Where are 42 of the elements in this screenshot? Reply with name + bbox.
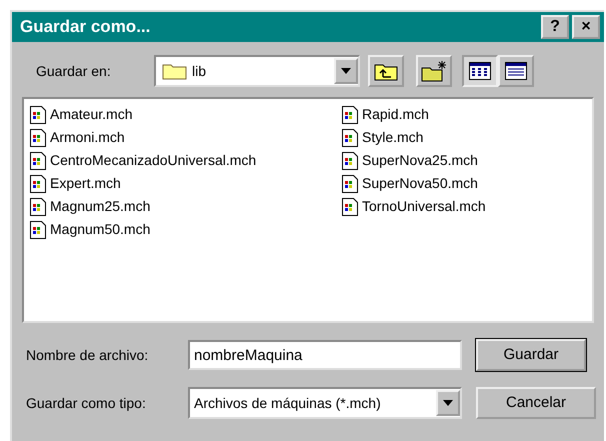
file-icon <box>30 220 46 238</box>
details-view-button[interactable] <box>498 55 534 87</box>
file-icon <box>342 152 358 170</box>
save-button[interactable]: Guardar <box>476 339 586 371</box>
file-icon <box>30 174 46 192</box>
file-icon <box>342 174 358 192</box>
file-type-label: Guardar como tipo: <box>26 394 147 413</box>
file-icon <box>30 152 46 170</box>
window-title: Guardar como... <box>20 16 152 38</box>
file-item[interactable]: CentroMecanizadoUniversal.mch <box>30 149 342 172</box>
file-item[interactable]: Style.mch <box>342 126 582 149</box>
help-button[interactable]: ? <box>541 15 569 39</box>
file-type-value: Archivos de máquinas (*.mch) <box>193 394 382 413</box>
file-name-label: Nombre de archivo: <box>26 346 150 364</box>
save-in-label: Guardar en: <box>36 62 112 80</box>
details-view-icon <box>505 62 527 80</box>
new-folder-button[interactable] <box>416 55 452 87</box>
close-button[interactable]: × <box>572 15 600 39</box>
file-icon <box>30 198 46 216</box>
file-item[interactable]: SuperNova50.mch <box>342 172 582 195</box>
new-folder-icon <box>421 60 447 82</box>
file-name-field[interactable]: nombreMaquina <box>188 340 462 370</box>
file-item[interactable]: Magnum25.mch <box>30 195 342 218</box>
file-item[interactable]: Expert.mch <box>30 172 342 195</box>
file-type-dropdown[interactable]: Archivos de máquinas (*.mch) <box>188 387 462 419</box>
file-icon <box>30 106 46 124</box>
file-icon <box>342 106 358 124</box>
up-folder-button[interactable] <box>368 55 404 87</box>
list-view-button[interactable] <box>462 55 498 87</box>
file-item[interactable]: Magnum50.mch <box>30 218 342 241</box>
file-item[interactable]: SuperNova25.mch <box>342 149 582 172</box>
cancel-button[interactable]: Cancelar <box>476 387 596 419</box>
location-dropdown[interactable]: lib <box>154 55 360 87</box>
list-view-icon <box>469 62 491 80</box>
file-icon <box>342 128 358 146</box>
location-value: lib <box>192 62 208 80</box>
file-icon <box>30 128 46 146</box>
file-icon <box>342 198 358 216</box>
file-item[interactable]: Rapid.mch <box>342 103 582 126</box>
file-item[interactable]: Armoni.mch <box>30 126 342 149</box>
file-item[interactable]: TornoUniversal.mch <box>342 195 582 218</box>
file-item[interactable]: Amateur.mch <box>30 103 342 126</box>
